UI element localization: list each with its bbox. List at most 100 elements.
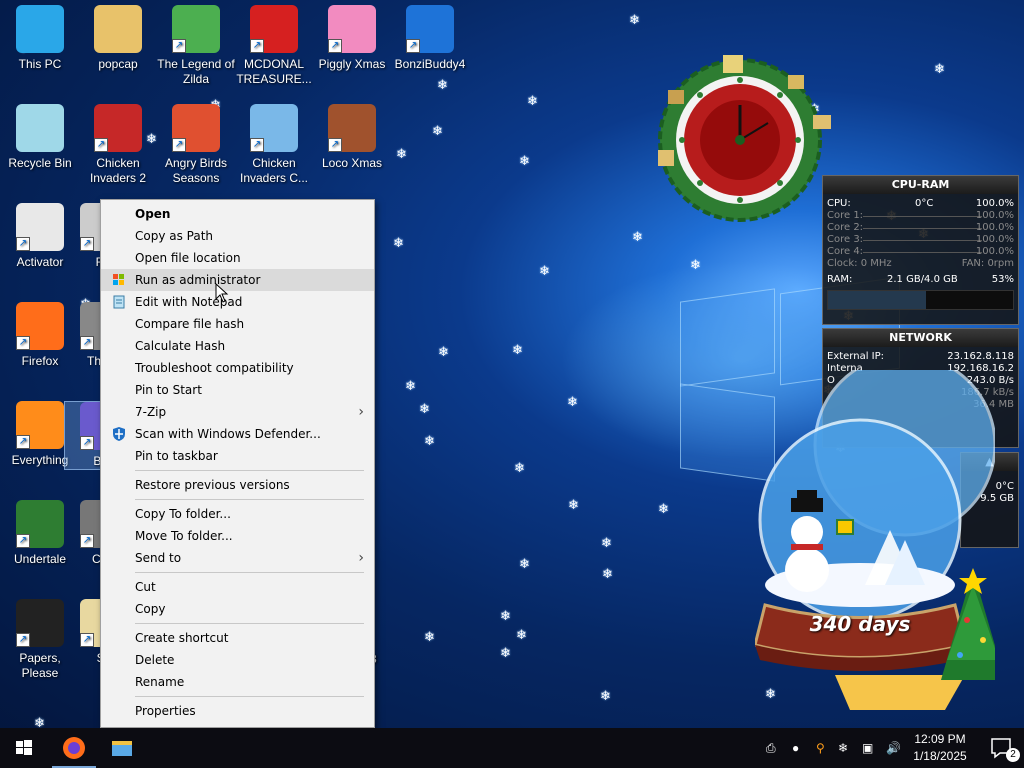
menu-item-compare-file-hash[interactable]: Compare file hash bbox=[101, 313, 374, 335]
game-icon: ↗ bbox=[172, 104, 220, 152]
desktop-icon[interactable]: ↗ BonziBuddy4 bbox=[390, 5, 470, 72]
menu-item-scan-with-windows-defender[interactable]: Scan with Windows Defender... bbox=[101, 423, 374, 445]
desktop-icon[interactable]: ↗ Loco Xmas bbox=[312, 104, 392, 171]
taskbar-file-explorer[interactable] bbox=[100, 728, 144, 768]
core-value: 100.0% bbox=[975, 210, 1014, 221]
core-bar bbox=[863, 240, 982, 241]
action-center-button[interactable]: 2 bbox=[980, 728, 1024, 768]
menu-item-send-to[interactable]: Send to › bbox=[101, 547, 374, 569]
menu-item-label: Copy To folder... bbox=[135, 507, 231, 521]
desktop-icon-label: Chicken Invaders 2 bbox=[89, 156, 147, 185]
menu-item-label: Cut bbox=[135, 580, 156, 594]
menu-separator bbox=[135, 572, 364, 573]
menu-item-pin-to-start[interactable]: Pin to Start bbox=[101, 379, 374, 401]
menu-item-label: Copy bbox=[135, 602, 166, 616]
menu-item-copy-as-path[interactable]: Copy as Path bbox=[101, 225, 374, 247]
file-explorer-icon bbox=[112, 741, 132, 756]
menu-item-open-file-location[interactable]: Open file location bbox=[101, 247, 374, 269]
snowflake-icon: ❄ bbox=[527, 93, 538, 108]
menu-item-copy[interactable]: Copy bbox=[101, 598, 374, 620]
desktop-icon-label: popcap bbox=[98, 57, 138, 71]
christmas-clock-gadget[interactable] bbox=[628, 55, 848, 230]
snowflake-icon: ❄ bbox=[519, 153, 530, 168]
shortcut-arrow-icon: ↗ bbox=[16, 534, 30, 548]
snowflake-icon: ❄ bbox=[424, 629, 435, 644]
menu-item-open[interactable]: Open bbox=[101, 203, 374, 225]
menu-item-calculate-hash[interactable]: Calculate Hash bbox=[101, 335, 374, 357]
volume-icon[interactable]: 🔊 bbox=[886, 728, 901, 768]
snowflake-icon: ❄ bbox=[396, 146, 407, 161]
snowflake-icon: ❄ bbox=[432, 123, 443, 138]
menu-item-restore-previous-versions[interactable]: Restore previous versions bbox=[101, 474, 374, 496]
game-icon: ↗ bbox=[328, 104, 376, 152]
snowflake-icon[interactable]: ❄ bbox=[838, 728, 848, 768]
network-icon[interactable]: ▣ bbox=[862, 728, 873, 768]
ram-graph bbox=[827, 290, 1014, 310]
menu-item-delete[interactable]: Delete bbox=[101, 649, 374, 671]
windows-start-icon bbox=[16, 740, 32, 755]
menu-item-rename[interactable]: Rename bbox=[101, 671, 374, 693]
menu-item-pin-to-taskbar[interactable]: Pin to taskbar bbox=[101, 445, 374, 467]
desktop-icon-label: The Legend of Zilda bbox=[157, 57, 235, 86]
shield-uac-icon bbox=[111, 272, 127, 288]
desktop-icon[interactable]: ↗ Chicken Invaders C... bbox=[234, 104, 314, 186]
taskbar: ⎙ ● ⚲ ❄ ▣ 🔊 12:09 PM 1/18/2025 2 bbox=[0, 728, 1024, 768]
start-button[interactable] bbox=[0, 728, 48, 768]
desktop-icon[interactable]: ↗ Chicken Invaders 2 bbox=[78, 104, 158, 186]
menu-item-label: Send to bbox=[135, 551, 182, 565]
ram-used: 2.1 GB/4.0 GB bbox=[887, 274, 958, 285]
desktop-icon[interactable]: ↗ The Legend of Zilda bbox=[156, 5, 236, 87]
ram-label: RAM: bbox=[827, 274, 853, 285]
ram-graph-fill bbox=[828, 291, 927, 309]
menu-item-troubleshoot-compatibility[interactable]: Troubleshoot compatibility bbox=[101, 357, 374, 379]
shortcut-arrow-icon: ↗ bbox=[16, 633, 30, 647]
folder-icon bbox=[94, 5, 142, 53]
desktop-icon[interactable]: ↗ MCDONAL TREASURE... bbox=[234, 5, 314, 87]
shortcut-arrow-icon: ↗ bbox=[16, 237, 30, 251]
notepad-icon bbox=[111, 294, 127, 310]
printer-icon[interactable]: ⎙ bbox=[766, 728, 776, 768]
core-row: Core 2: 100.0% bbox=[823, 222, 1018, 234]
snowflake-icon: ❄ bbox=[658, 501, 669, 516]
menu-item-label: Delete bbox=[135, 653, 175, 667]
desktop-icon[interactable]: ↗ Piggly Xmas bbox=[312, 5, 392, 72]
menu-item-move-to-folder[interactable]: Move To folder... bbox=[101, 525, 374, 547]
cpu-ram-gadget[interactable]: CPU-RAM CPU: 0°C 100.0% Core 1: 100.0% Core … bbox=[822, 175, 1019, 325]
core-label: Core 1: bbox=[827, 210, 864, 221]
search-icon[interactable]: ⚲ bbox=[816, 728, 825, 768]
menu-item-create-shortcut[interactable]: Create shortcut bbox=[101, 627, 374, 649]
desktop-icon[interactable]: This PC bbox=[0, 5, 80, 72]
menu-item-copy-to-folder[interactable]: Copy To folder... bbox=[101, 503, 374, 525]
countdown-label: 340 days bbox=[809, 612, 911, 636]
ram-percent: 53% bbox=[991, 274, 1014, 285]
menu-item-edit-with-notepad[interactable]: Edit with Notepad bbox=[101, 291, 374, 313]
desktop-icon[interactable]: ↗ Angry Birds Seasons bbox=[156, 104, 236, 186]
menu-item-label: Properties bbox=[135, 704, 196, 718]
menu-item-cut[interactable]: Cut bbox=[101, 576, 374, 598]
menu-item-7-zip[interactable]: 7-Zip › bbox=[101, 401, 374, 423]
context-menu[interactable]: Open Copy as Path Open file location Run as… bbox=[100, 199, 375, 728]
snowflake-icon: ❄ bbox=[602, 566, 613, 581]
notification-badge: 2 bbox=[1006, 748, 1020, 762]
clock-date: 1/18/2025 bbox=[913, 749, 967, 763]
desktop-icon[interactable]: Recycle Bin bbox=[0, 104, 80, 171]
menu-item-label: Pin to Start bbox=[135, 383, 202, 397]
shortcut-arrow-icon: ↗ bbox=[80, 436, 94, 450]
snow-globe-gadget[interactable]: 340 days bbox=[753, 353, 1005, 710]
menu-item-run-as-administrator[interactable]: Run as administrator bbox=[101, 269, 374, 291]
snowflake-icon: ❄ bbox=[568, 497, 579, 512]
game-icon: ↗ bbox=[250, 104, 298, 152]
core-bar bbox=[863, 216, 982, 217]
desktop-icon[interactable]: popcap bbox=[78, 5, 158, 72]
shortcut-arrow-icon: ↗ bbox=[172, 138, 186, 152]
taskbar-firefox[interactable] bbox=[52, 728, 96, 768]
menu-item-properties[interactable]: Properties bbox=[101, 700, 374, 722]
menu-item-label: Pin to taskbar bbox=[135, 449, 218, 463]
snowflake-icon: ❄ bbox=[934, 61, 945, 76]
drop-icon[interactable]: ● bbox=[792, 728, 799, 768]
computer-icon bbox=[16, 5, 64, 53]
core-label: Core 3: bbox=[827, 234, 864, 245]
menu-item-label: Open file location bbox=[135, 251, 241, 265]
network-title: NETWORK bbox=[823, 329, 1018, 347]
taskbar-clock[interactable]: 12:09 PM 1/18/2025 bbox=[905, 731, 975, 765]
